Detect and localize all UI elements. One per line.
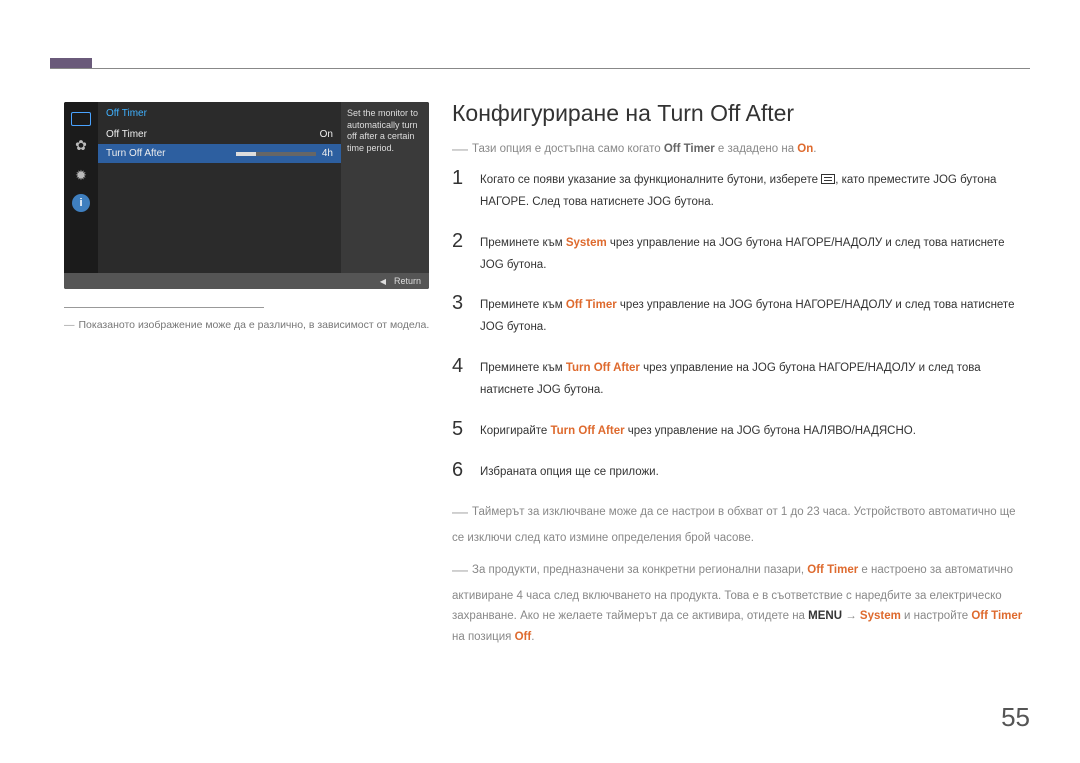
- osd-row-value: On: [320, 129, 333, 140]
- monitor-icon: [71, 112, 91, 126]
- endnotes: ―Таймерът за изключване може да се настр…: [452, 499, 1030, 647]
- settings-icon: [70, 164, 92, 186]
- menu-icon: [821, 174, 835, 184]
- osd-menu: Off Timer Off Timer On Turn Off After 4h: [98, 102, 341, 273]
- osd-sidebar: i: [64, 102, 98, 273]
- info-icon: i: [72, 194, 90, 212]
- header-accent: [50, 58, 92, 68]
- step-2: 2 Преминете към System чрез управление н…: [452, 230, 1030, 277]
- step-1: 1 Когато се появи указание за функционал…: [452, 167, 1030, 214]
- osd-screenshot: i Off Timer Off Timer On Turn Off After: [64, 102, 429, 289]
- steps-list: 1 Когато се появи указание за функционал…: [452, 167, 1030, 483]
- osd-row-label: Turn Off After: [106, 148, 165, 159]
- osd-title: Off Timer: [98, 102, 341, 125]
- header-rule: [50, 68, 1030, 69]
- back-icon: ◀: [380, 277, 386, 286]
- endnote-2: ―За продукти, предназначени за конкретни…: [452, 557, 1030, 648]
- right-column: Конфигуриране на Turn Off After ―Тази оп…: [452, 100, 1030, 656]
- step-3: 3 Преминете към Off Timer чрез управлени…: [452, 292, 1030, 339]
- section-heading: Конфигуриране на Turn Off After: [452, 100, 1030, 127]
- osd-row-label: Off Timer: [106, 129, 147, 140]
- osd-row-turnoffafter: Turn Off After 4h: [98, 144, 341, 163]
- osd-footer: ◀ Return: [64, 273, 429, 289]
- osd-row-offtimer: Off Timer On: [98, 125, 341, 144]
- manual-page: i Off Timer Off Timer On Turn Off After: [0, 0, 1080, 763]
- osd-description: Set the monitor to automatically turn of…: [341, 102, 429, 273]
- disclaimer-text: Показаното изображение може да е различн…: [79, 319, 430, 331]
- osd-return-label: Return: [394, 276, 421, 286]
- left-column: i Off Timer Off Timer On Turn Off After: [64, 102, 434, 334]
- precondition-note: ―Тази опция е достъпна само когато Off T…: [452, 141, 1030, 159]
- step-6: 6 Избраната опция ще се приложи.: [452, 459, 1030, 484]
- step-4: 4 Преминете към Turn Off After чрез упра…: [452, 355, 1030, 402]
- brightness-icon: [70, 134, 92, 156]
- step-5: 5 Коригирайте Turn Off After чрез управл…: [452, 418, 1030, 443]
- image-disclaimer: ―Показаното изображение може да е различ…: [64, 318, 434, 334]
- osd-slider: [236, 152, 316, 156]
- left-divider: [64, 307, 264, 308]
- page-number: 55: [1001, 702, 1030, 733]
- osd-row-value: 4h: [322, 148, 333, 159]
- endnote-1: ―Таймерът за изключване може да се настр…: [452, 499, 1030, 548]
